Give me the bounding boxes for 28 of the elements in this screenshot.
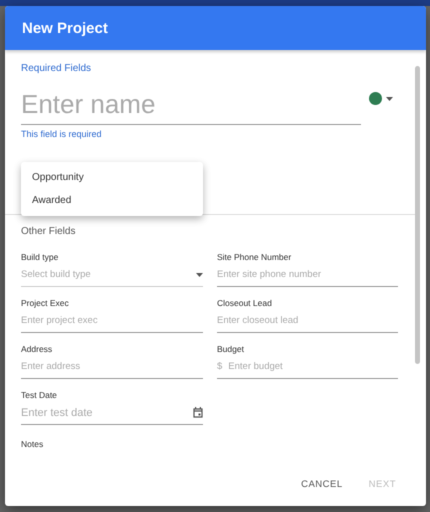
field-label: Build type	[21, 252, 60, 262]
date-input[interactable]: Enter test date	[21, 406, 193, 418]
name-input[interactable]: Enter name	[21, 86, 361, 125]
field-label: Site Phone Number	[217, 252, 292, 262]
dialog-title: New Project	[22, 20, 108, 36]
menu-item[interactable]: Opportunity	[21, 166, 203, 189]
text-input[interactable]: Enter closeout lead	[217, 315, 398, 326]
calendar-icon	[193, 407, 203, 418]
field-label: Notes	[21, 439, 44, 449]
text-input[interactable]: Enter address	[21, 361, 203, 372]
build-type-select[interactable]: Select build type	[21, 269, 196, 280]
section-heading: Required Fields	[21, 63, 92, 74]
field-label: Test Date	[21, 390, 58, 400]
text-input[interactable]: Enter project exec	[21, 315, 203, 326]
field-label: Closeout Lead	[217, 298, 273, 308]
section-heading: Other Fields	[21, 226, 76, 237]
field-label: Address	[21, 344, 54, 354]
text-input[interactable]: Enter site phone number	[217, 269, 398, 280]
budget-input[interactable]: Enter budget	[228, 361, 398, 372]
color-picker[interactable]	[369, 92, 393, 105]
menu-item[interactable]: Awarded	[21, 189, 203, 212]
error-message: This field is required	[21, 129, 103, 139]
caret-icon	[386, 96, 393, 100]
caret-icon	[196, 272, 203, 276]
currency-prefix: $	[217, 361, 222, 372]
cancel-button[interactable]: CANCEL	[293, 472, 351, 496]
field-label: Budget	[217, 344, 245, 354]
field-label: Project Exec	[21, 298, 70, 308]
